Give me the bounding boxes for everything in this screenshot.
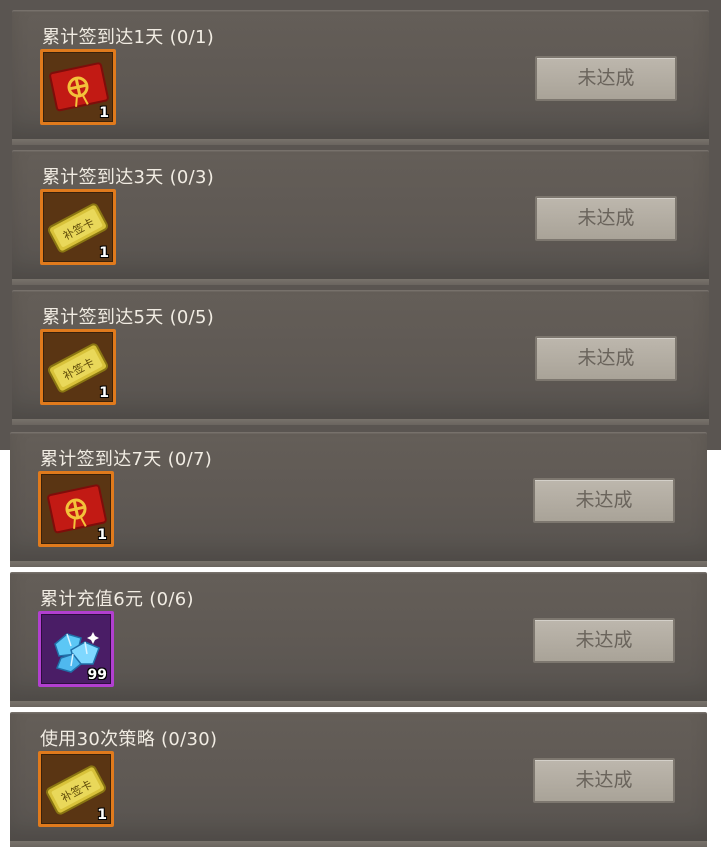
task-title: 累计签到达1天 (0/1) [42, 27, 215, 48]
task-card: 累计充值6元 (0/6) 99 未达成 [10, 572, 707, 707]
task-title: 累计签到达7天 (0/7) [40, 449, 213, 470]
status-button[interactable]: 未达成 [535, 196, 677, 241]
reward-count: 1 [99, 105, 109, 121]
task-title: 使用30次策略 (0/30) [40, 729, 218, 750]
task-title: 累计签到达3天 (0/3) [42, 167, 215, 188]
status-button[interactable]: 未达成 [535, 56, 677, 101]
task-card: 使用30次策略 (0/30) 补签卡 1 未达成 [10, 712, 707, 847]
task-card: 累计签到达7天 (0/7) 1 未达成 [10, 432, 707, 567]
reward-count: 1 [97, 807, 107, 823]
status-button[interactable]: 未达成 [533, 758, 675, 803]
reward-slot[interactable]: 1 [40, 49, 116, 125]
reward-slot[interactable]: 补签卡 1 [40, 329, 116, 405]
task-title: 累计充值6元 (0/6) [40, 589, 194, 610]
task-card: 累计签到达5天 (0/5) 补签卡 1 未达成 [12, 290, 709, 425]
reward-slot[interactable]: 99 [38, 611, 114, 687]
reward-count: 1 [99, 385, 109, 401]
reward-slot[interactable]: 1 [38, 471, 114, 547]
task-card: 累计签到达3天 (0/3) 补签卡 1 未达成 [12, 150, 709, 285]
reward-count: 1 [99, 245, 109, 261]
reward-count: 99 [87, 667, 107, 683]
reward-slot[interactable]: 补签卡 1 [40, 189, 116, 265]
task-card: 累计签到达1天 (0/1) 1 未达成 [12, 10, 709, 145]
status-button[interactable]: 未达成 [535, 336, 677, 381]
reward-count: 1 [97, 527, 107, 543]
task-title: 累计签到达5天 (0/5) [42, 307, 215, 328]
status-button[interactable]: 未达成 [533, 478, 675, 523]
task-list: 累计签到达1天 (0/1) 1 未达成 累计签到达3天 (0/3) 补签卡 1 … [0, 0, 721, 856]
status-button[interactable]: 未达成 [533, 618, 675, 663]
reward-slot[interactable]: 补签卡 1 [38, 751, 114, 827]
